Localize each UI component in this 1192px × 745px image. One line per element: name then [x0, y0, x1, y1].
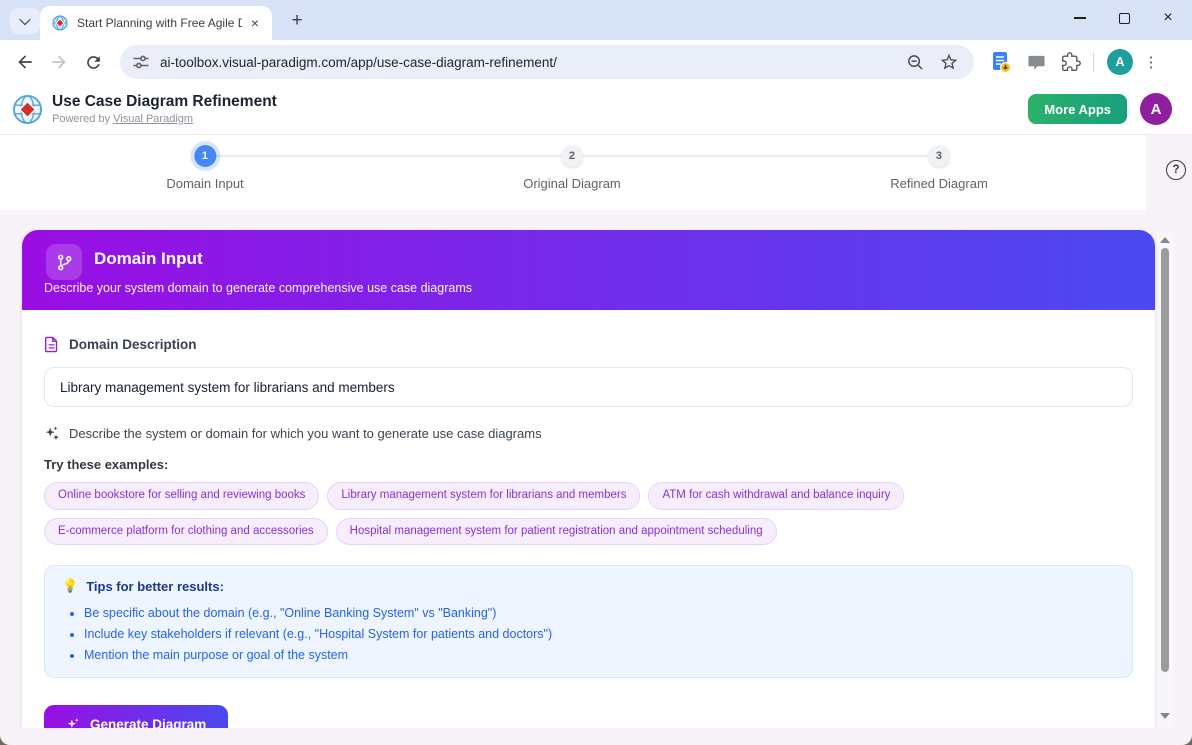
- help-button[interactable]: ?: [1166, 160, 1186, 180]
- scrollbar-thumb[interactable]: [1161, 248, 1169, 672]
- example-chip-atm[interactable]: ATM for cash withdrawal and balance inqu…: [648, 482, 904, 510]
- tips-box: 💡 Tips for better results: Be specific a…: [44, 565, 1133, 678]
- step-connector: [216, 155, 561, 157]
- zoom-indicator-button[interactable]: [902, 49, 928, 75]
- step-number-badge: 1: [194, 145, 216, 167]
- powered-by: Powered by Visual Paradigm: [52, 113, 277, 125]
- step-refined-diagram[interactable]: 3 Refined Diagram: [890, 145, 988, 191]
- reload-icon: [84, 53, 103, 72]
- star-icon: [939, 52, 959, 72]
- step-label: Refined Diagram: [890, 176, 988, 191]
- sparkles-icon: [44, 425, 60, 441]
- bookmark-button[interactable]: [936, 49, 962, 75]
- tab-strip: Start Planning with Free Agile D × + ×: [0, 0, 1192, 40]
- card-subtitle: Describe your system domain to generate …: [44, 281, 472, 295]
- site-info-icon[interactable]: [132, 53, 150, 71]
- site-favicon-icon: [52, 15, 68, 31]
- zoom-out-icon: [906, 53, 925, 72]
- minimize-button[interactable]: [1058, 0, 1102, 36]
- tab-title: Start Planning with Free Agile D: [77, 16, 242, 30]
- step-connector: [583, 155, 928, 157]
- example-chips: Online bookstore for selling and reviewi…: [44, 482, 1133, 545]
- example-chip-library[interactable]: Library management system for librarians…: [327, 482, 640, 510]
- puzzle-piece-icon: [1061, 52, 1081, 72]
- step-domain-input[interactable]: 1 Domain Input: [166, 145, 243, 191]
- more-apps-button[interactable]: More Apps: [1028, 94, 1127, 124]
- step-number-badge: 2: [561, 145, 583, 167]
- url-text: ai-toolbox.visual-paradigm.com/app/use-c…: [160, 55, 902, 70]
- example-chip-hospital[interactable]: Hospital management system for patient r…: [336, 518, 777, 546]
- speech-bubble-icon: [1027, 53, 1046, 72]
- stepper: 1 Domain Input 2 Original Diagram 3 Refi…: [0, 135, 1146, 210]
- tips-list: Be specific about the domain (e.g., "Onl…: [62, 603, 1115, 666]
- docs-extension-button[interactable]: [986, 46, 1016, 78]
- domain-input[interactable]: [44, 367, 1133, 407]
- visual-paradigm-logo-icon: [12, 94, 43, 125]
- reload-button[interactable]: [76, 45, 110, 79]
- tab-close-icon[interactable]: ×: [246, 14, 264, 32]
- step-number-badge: 3: [928, 145, 950, 167]
- comment-extension-button[interactable]: [1021, 46, 1051, 78]
- browser-tab[interactable]: Start Planning with Free Agile D ×: [40, 6, 272, 40]
- hint-text: Describe the system or domain for which …: [69, 426, 542, 441]
- examples-label: Try these examples:: [44, 457, 1133, 472]
- sparkle-icon: [66, 717, 81, 728]
- domain-input-card: Domain Input Describe your system domain…: [22, 230, 1155, 728]
- scroll-up-icon[interactable]: [1160, 237, 1170, 243]
- tip-item: Include key stakeholders if relevant (e.…: [84, 624, 1115, 645]
- step-label: Original Diagram: [523, 176, 621, 191]
- scrollbar[interactable]: [1157, 232, 1173, 728]
- tab-search-button[interactable]: [10, 8, 40, 34]
- back-arrow-icon: [15, 52, 35, 72]
- example-chip-bookstore[interactable]: Online bookstore for selling and reviewi…: [44, 482, 319, 510]
- minimize-icon: [1074, 17, 1086, 19]
- forward-button[interactable]: [42, 45, 76, 79]
- user-avatar[interactable]: A: [1140, 93, 1172, 125]
- generate-diagram-button[interactable]: Generate Diagram: [44, 705, 228, 728]
- toolbar-divider: [1093, 52, 1094, 72]
- document-download-icon: [990, 50, 1012, 74]
- document-icon: [44, 336, 59, 353]
- browser-window: Start Planning with Free Agile D × + × a…: [0, 0, 1192, 745]
- window-controls: ×: [1058, 0, 1190, 36]
- powered-by-prefix: Powered by: [52, 113, 110, 125]
- example-chip-ecommerce[interactable]: E-commerce platform for clothing and acc…: [44, 518, 328, 546]
- close-icon: ×: [1163, 10, 1172, 26]
- step-original-diagram[interactable]: 2 Original Diagram: [523, 145, 621, 191]
- scroll-down-icon[interactable]: [1160, 713, 1170, 719]
- step-label: Domain Input: [166, 176, 243, 191]
- new-tab-button[interactable]: +: [284, 8, 310, 34]
- chevron-down-icon: [19, 14, 30, 25]
- card-title: Domain Input: [94, 249, 203, 269]
- tips-title: 💡 Tips for better results:: [62, 577, 1115, 595]
- lightbulb-icon: 💡: [62, 578, 78, 594]
- app-header: Use Case Diagram Refinement Powered by V…: [0, 84, 1192, 135]
- close-window-button[interactable]: ×: [1146, 0, 1190, 36]
- browser-toolbar: ai-toolbox.visual-paradigm.com/app/use-c…: [0, 40, 1192, 84]
- domain-description-text: Domain Description: [69, 337, 197, 352]
- browser-profile-avatar[interactable]: A: [1107, 49, 1133, 75]
- card-header: Domain Input Describe your system domain…: [22, 230, 1155, 310]
- page-title: Use Case Diagram Refinement: [52, 93, 277, 111]
- scroll-area: Domain Input Describe your system domain…: [0, 210, 1192, 728]
- visual-paradigm-link[interactable]: Visual Paradigm: [113, 113, 193, 125]
- back-button[interactable]: [8, 45, 42, 79]
- maximize-button[interactable]: [1102, 0, 1146, 36]
- extensions-button[interactable]: [1056, 46, 1086, 78]
- tip-item: Be specific about the domain (e.g., "Onl…: [84, 603, 1115, 624]
- tip-item: Mention the main purpose or goal of the …: [84, 645, 1115, 666]
- generate-diagram-label: Generate Diagram: [90, 717, 206, 728]
- tips-title-text: Tips for better results:: [86, 579, 224, 594]
- url-bar[interactable]: ai-toolbox.visual-paradigm.com/app/use-c…: [120, 45, 974, 79]
- forward-arrow-icon: [49, 52, 69, 72]
- maximize-icon: [1119, 13, 1130, 24]
- card-body: Domain Description Describe the system o…: [22, 310, 1155, 728]
- branch-icon: [46, 244, 82, 280]
- browser-menu-button[interactable]: ⋮: [1139, 46, 1163, 78]
- domain-description-label: Domain Description: [44, 334, 1133, 354]
- input-hint: Describe the system or domain for which …: [44, 424, 1133, 442]
